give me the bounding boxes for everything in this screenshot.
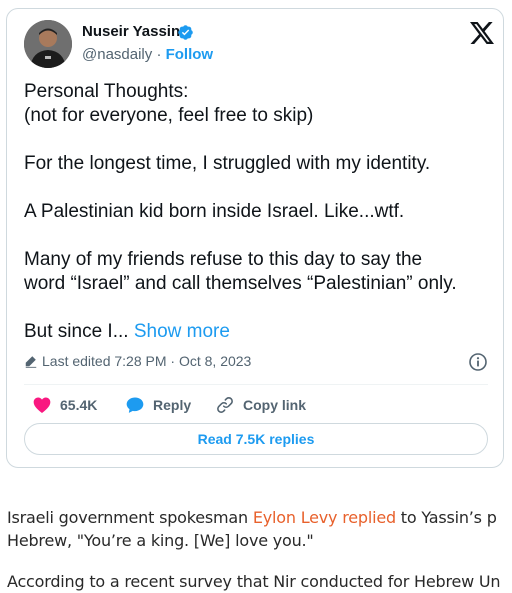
link-icon	[217, 397, 233, 413]
verified-badge-icon	[178, 25, 193, 40]
x-logo-icon[interactable]	[470, 22, 494, 44]
copy-link-button[interactable]: Copy link	[215, 393, 306, 417]
speech-bubble-icon	[126, 397, 144, 413]
article-paragraph: According to a recent survey that Nir co…	[7, 570, 512, 593]
tweet-text: Personal Thoughts: (not for everyone, fe…	[24, 80, 494, 344]
reply-label: Reply	[153, 397, 192, 413]
article-paragraph: Israeli government spokesman Eylon Levy …	[7, 506, 512, 552]
author-handle-line: @nasdaily · Follow	[82, 46, 213, 63]
embedded-tweet-card[interactable]: Nuseir Yassin @nasdaily · Follow Persona…	[6, 8, 504, 468]
heart-icon	[33, 397, 51, 413]
tweet-text-last-line: But since I... Show more	[24, 320, 494, 344]
info-icon[interactable]	[468, 352, 488, 372]
follow-link[interactable]: Follow	[166, 46, 214, 63]
author-avatar[interactable]	[24, 20, 72, 68]
tweet-text-line: For the longest time, I struggled with m…	[24, 153, 431, 174]
copy-link-label: Copy link	[243, 397, 307, 413]
read-replies-label: Read 7.5K replies	[197, 431, 315, 447]
handle-separator: ·	[156, 46, 162, 63]
author-handle[interactable]: @nasdaily	[82, 46, 152, 63]
article-text: Hebrew, "You’re a king. [We] love you."	[7, 531, 314, 550]
article-text: According to a recent survey that Nir co…	[7, 572, 501, 591]
edited-label: Last edited 7:28 PM · Oct 8, 2023	[42, 353, 252, 369]
edited-timestamp[interactable]: Last edited 7:28 PM · Oct 8, 2023	[24, 353, 251, 369]
tweet-text-line: (not for everyone, feel free to skip)	[24, 105, 314, 126]
tweet-text-line: A Palestinian kid born inside Israel. Li…	[24, 201, 405, 222]
tweet-text-line: Personal Thoughts:	[24, 81, 189, 102]
like-button[interactable]: 65.4K	[32, 393, 97, 417]
tweet-text-line: Many of my friends refuse to this day to…	[24, 249, 423, 270]
article-text: Israeli government spokesman	[7, 508, 253, 527]
reply-button[interactable]: Reply	[125, 393, 191, 417]
pencil-icon	[25, 356, 37, 368]
tweet-divider	[24, 384, 488, 385]
tweet-text-line: word “Israel” and call themselves “Pales…	[24, 273, 457, 294]
article-link-eylon-levy[interactable]: Eylon Levy replied	[253, 508, 396, 527]
author-name[interactable]: Nuseir Yassin	[82, 23, 180, 40]
read-replies-button[interactable]: Read 7.5K replies	[24, 423, 488, 455]
show-more-link[interactable]: Show more	[134, 321, 230, 342]
like-count: 65.4K	[60, 397, 98, 413]
tweet-text-truncated: But since I...	[24, 321, 134, 342]
article-text: to Yassin’s p	[395, 508, 497, 527]
